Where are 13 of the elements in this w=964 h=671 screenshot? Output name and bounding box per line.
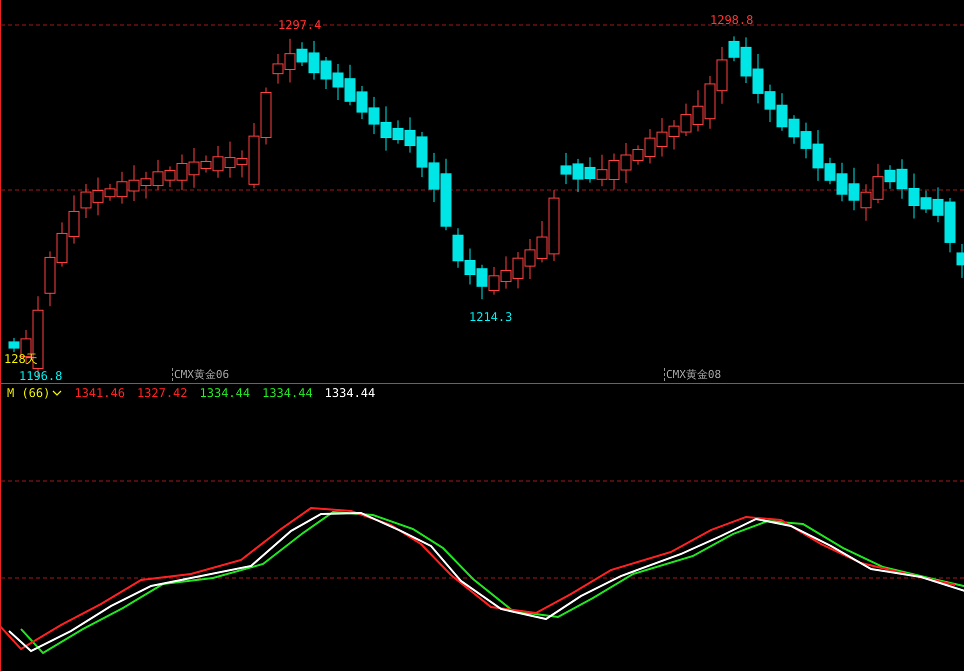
contract-label: CMX黄金08: [664, 368, 722, 381]
price-label: 1214.3: [469, 310, 512, 324]
price-label: 1297.4: [278, 18, 322, 32]
indicator-value: 1327.42: [136, 386, 188, 400]
indicator-name[interactable]: M (66): [7, 386, 50, 400]
indicator-value: 1334.44: [262, 386, 313, 400]
indicator-value: 1334.44: [200, 386, 250, 400]
price-label: 1298.8: [710, 13, 754, 27]
chevron-down-icon[interactable]: [52, 389, 62, 397]
indicator-value: 1334.44: [324, 386, 376, 400]
price-label: 1196.8: [19, 369, 62, 383]
indicator-value: 1341.46: [74, 386, 125, 400]
contract-label: CMX黄金06: [172, 368, 230, 381]
